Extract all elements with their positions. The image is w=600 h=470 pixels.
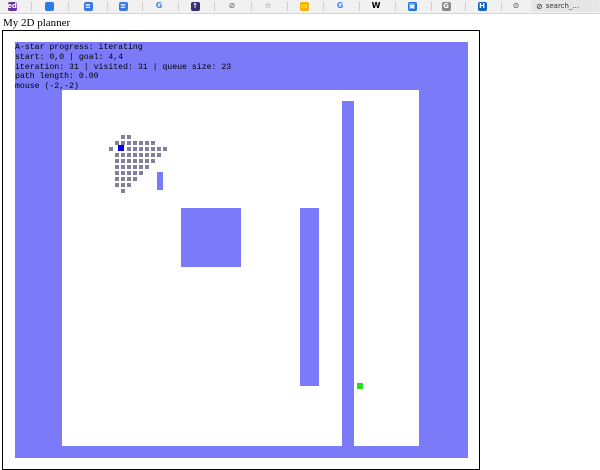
goal-node: [357, 383, 363, 389]
visited-cell: [139, 171, 143, 175]
visited-cell: [139, 147, 143, 151]
visited-cell: [145, 147, 149, 151]
visited-cell: [139, 141, 143, 145]
visited-cell: [121, 171, 125, 175]
obstacle-square: [181, 208, 241, 267]
visited-cell: [127, 147, 131, 151]
visited-cell: [121, 135, 125, 139]
visited-cell: [115, 153, 119, 157]
status-overlay: A-star progress: iterating start: 0,0 | g…: [15, 43, 231, 92]
visited-cell: [163, 147, 167, 151]
free-space-top-strip: [342, 90, 354, 101]
visited-cell: [127, 159, 131, 163]
visited-cell: [139, 159, 143, 163]
visited-cell: [145, 159, 149, 163]
visited-cell: [133, 159, 137, 163]
visited-cell: [127, 177, 131, 181]
visited-cell: [139, 153, 143, 157]
visited-cell: [133, 147, 137, 151]
visited-cell: [139, 165, 143, 169]
visited-cell: [121, 177, 125, 181]
visited-cell: [133, 171, 137, 175]
visited-cell: [127, 141, 131, 145]
visited-cell: [115, 177, 119, 181]
status-start-goal: start: 0,0 | goal: 4,4: [15, 52, 124, 62]
visited-cell: [109, 147, 113, 151]
visited-cell: [151, 147, 155, 151]
free-space-right: [354, 90, 419, 446]
visited-cell: [121, 189, 125, 193]
visited-cell: [115, 165, 119, 169]
visited-cell: [115, 171, 119, 175]
status-path-length: path length: 0.00: [15, 72, 99, 82]
visited-cell: [151, 141, 155, 145]
visited-cell: [157, 153, 161, 157]
status-mouse: mouse (-2,-2): [15, 82, 79, 92]
visited-cell: [145, 141, 149, 145]
status-progress: A-star progress: iterating: [15, 43, 143, 52]
visited-cell: [133, 177, 137, 181]
visited-cell: [121, 165, 125, 169]
visited-cell: [145, 153, 149, 157]
visited-cell: [127, 153, 131, 157]
status-iteration: iteration: 31 | visited: 31 | queue size…: [15, 62, 232, 72]
visited-cell: [121, 183, 125, 187]
obstacle-small-post: [157, 172, 163, 190]
visited-cell: [133, 153, 137, 157]
visited-cell: [121, 159, 125, 163]
visited-cell: [115, 141, 119, 145]
current-node: [118, 145, 124, 151]
visited-cell: [127, 135, 131, 139]
visited-cell: [127, 183, 131, 187]
visited-cell: [145, 165, 149, 169]
visited-cell: [127, 171, 131, 175]
obstacle-wall-middle: [300, 208, 319, 386]
visited-cell: [157, 147, 161, 151]
visited-cell: [133, 141, 137, 145]
visited-cell: [151, 159, 155, 163]
visited-cell: [115, 159, 119, 163]
visited-cell: [121, 141, 125, 145]
visited-cell: [127, 165, 131, 169]
visited-cell: [133, 165, 137, 169]
visited-cell: [151, 153, 155, 157]
visited-cell: [121, 153, 125, 157]
visited-cell: [115, 183, 119, 187]
